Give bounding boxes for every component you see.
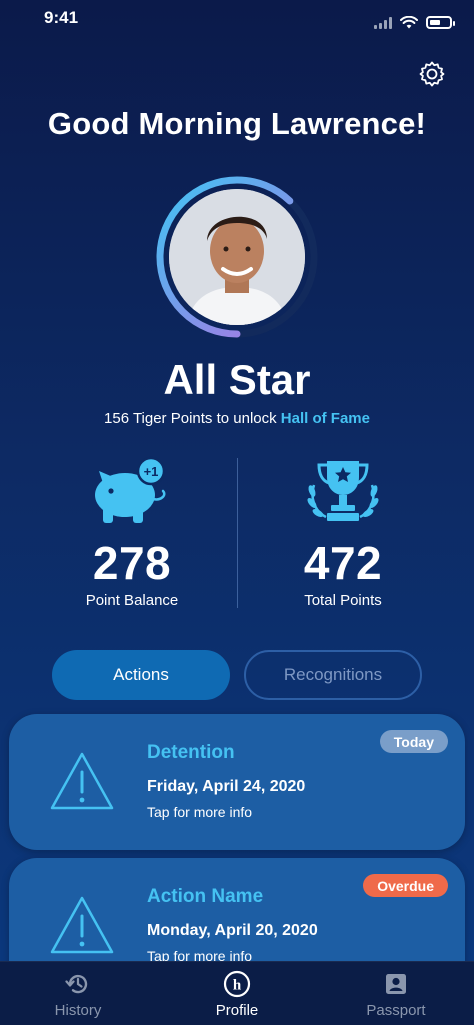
warning-icon — [50, 896, 114, 954]
unlock-message: 156 Tiger Points to unlock Hall of Fame — [0, 410, 474, 427]
battery-icon — [426, 16, 455, 29]
unlock-prefix: 156 Tiger Points to unlock — [104, 410, 277, 427]
avatar[interactable] — [169, 189, 305, 325]
status-badge-overdue: Overdue — [363, 874, 448, 897]
nav-profile[interactable]: h Profile — [177, 970, 297, 1019]
piggy-bank-icon: +1 — [95, 456, 166, 523]
wifi-icon — [400, 16, 418, 29]
action-card-title: Detention — [147, 742, 235, 763]
nav-history[interactable]: History — [18, 970, 138, 1019]
status-badge-today: Today — [379, 730, 448, 753]
tab-actions[interactable]: Actions — [52, 650, 230, 700]
status-icons — [374, 16, 455, 29]
gear-icon[interactable] — [418, 60, 446, 88]
unlock-target-link[interactable]: Hall of Fame — [281, 410, 370, 427]
point-balance-stat: +1 278 Point Balance — [32, 452, 232, 609]
trophy-icon — [307, 461, 379, 521]
total-points-label: Total Points — [304, 592, 382, 609]
nav-profile-label: Profile — [215, 1002, 259, 1019]
action-card-hint: Tap for more info — [147, 804, 253, 820]
nav-passport-label: Passport — [366, 1002, 426, 1019]
bottom-tab-bar: History h Profile Passport — [0, 961, 474, 1025]
avatar-illustration — [169, 189, 305, 325]
nav-history-label: History — [54, 1002, 102, 1019]
points-stats: +1 278 Point Balance 472 Total Points — [0, 452, 474, 612]
tab-recognitions[interactable]: Recognitions — [244, 650, 422, 700]
total-points-stat: 472 Total Points — [243, 452, 443, 609]
status-time: 9:41 — [44, 8, 79, 27]
profile-h-icon: h — [223, 970, 251, 998]
rank-title: All Star — [163, 356, 311, 403]
greeting-title: Good Morning Lawrence! — [47, 106, 427, 141]
nav-passport[interactable]: Passport — [336, 970, 456, 1019]
warning-icon — [50, 752, 114, 810]
svg-text:h: h — [233, 978, 242, 994]
total-points-value: 472 — [303, 537, 383, 589]
point-balance-value: 278 — [92, 537, 172, 589]
signal-icon — [374, 16, 392, 29]
point-balance-label: Point Balance — [85, 592, 179, 609]
action-card-date: Monday, April 20, 2020 — [147, 922, 318, 939]
action-card[interactable]: Detention Friday, April 24, 2020 Tap for… — [9, 714, 465, 850]
segment-tabs: Actions Recognitions — [52, 650, 422, 700]
status-bar: 9:41 — [0, 0, 474, 44]
history-icon — [65, 974, 88, 994]
passport-icon — [386, 974, 406, 994]
action-card-date: Friday, April 24, 2020 — [147, 778, 306, 795]
svg-text:+1: +1 — [144, 464, 159, 479]
action-card-title: Action Name — [147, 886, 264, 907]
stats-divider — [237, 458, 238, 608]
